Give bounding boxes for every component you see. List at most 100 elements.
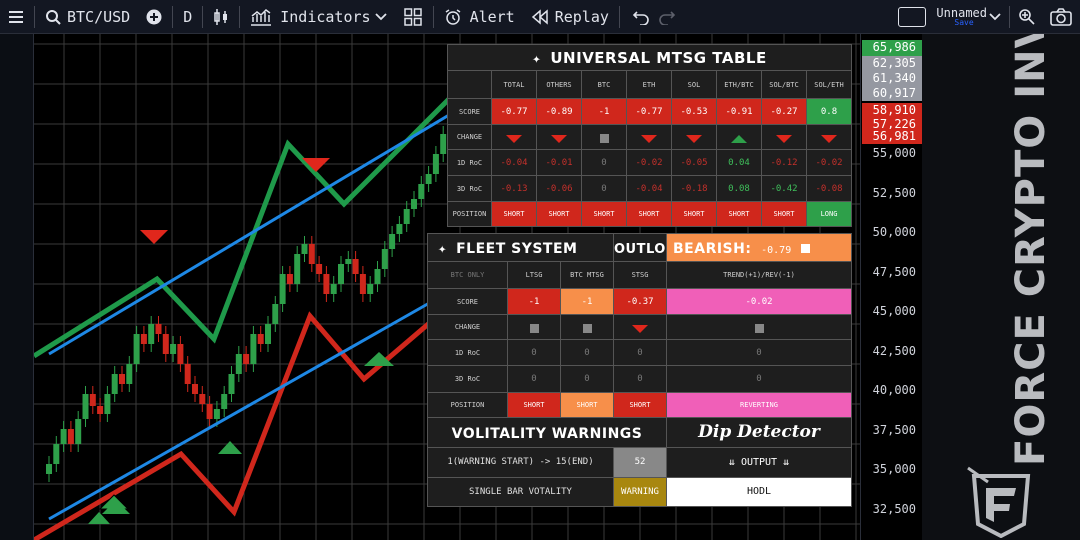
volatility-title: VOLITALITY WARNINGS: [451, 425, 643, 442]
corner-cell: BTC ONLY: [427, 261, 508, 290]
change-cell: [761, 124, 807, 150]
bearish-value: -0.79: [761, 245, 792, 257]
position-cell: REVERTING: [666, 391, 852, 418]
roc1-cell: 0: [507, 339, 561, 367]
camera-icon: [1050, 7, 1072, 26]
replay-button[interactable]: Replay: [523, 0, 617, 34]
symbol-search[interactable]: BTC/USD: [37, 0, 138, 34]
change-cell: [806, 124, 852, 150]
position-cell: SHORT: [671, 201, 717, 227]
volatility-row1-label: 1(WARNING START) -> 15(END): [427, 446, 614, 478]
bull-candle: [82, 394, 89, 419]
bull-candle: [170, 344, 177, 354]
alert-label: Alert: [469, 7, 515, 26]
interval-button[interactable]: D: [175, 0, 200, 34]
price-tag: 61,340: [862, 71, 922, 86]
divider: [432, 5, 434, 28]
roc3-cell: 0.08: [716, 175, 762, 202]
dip-output-value: HODL: [666, 476, 852, 508]
chevron-down-icon: [374, 12, 387, 21]
roc1-cell: -0.01: [536, 149, 582, 176]
layout-name-button[interactable]: Unnamed Save: [932, 0, 989, 34]
bull-candle: [294, 254, 301, 284]
square-icon: [599, 133, 609, 143]
change-cell: [613, 314, 667, 341]
menu-button[interactable]: [0, 0, 32, 34]
undo-button[interactable]: [622, 0, 654, 34]
chart-type-button[interactable]: [205, 0, 237, 34]
roc1-cell: 0: [613, 339, 667, 367]
price-tick-label: 35,000: [872, 462, 916, 476]
bull-candle: [389, 234, 396, 249]
roc1-cell: 0: [666, 339, 852, 367]
score-cell: -0.77: [491, 98, 537, 125]
bear-candle: [323, 274, 330, 294]
score-cell: -0.91: [716, 98, 762, 125]
bull-candle: [381, 249, 388, 269]
position-cell: LONG: [806, 201, 852, 227]
fleet-score-row: SCORE -1 -1 -0.37 -0.02: [427, 288, 852, 316]
roc3-cell: 0: [613, 365, 667, 393]
roc1-cell: -0.12: [761, 149, 807, 176]
bear-candle: [140, 334, 147, 344]
bear-candle: [286, 274, 293, 284]
price-tag: 65,986: [862, 40, 922, 56]
price-tick-label: 47,500: [872, 264, 916, 279]
roc3-cell: -0.42: [761, 175, 807, 202]
mtsg-title: UNIVERSAL MTSG TABLE: [550, 49, 767, 67]
score-cell: -0.27: [761, 98, 807, 125]
quick-search-button[interactable]: [1012, 0, 1042, 34]
snapshot-button[interactable]: [1042, 0, 1080, 34]
position-cell: SHORT: [507, 391, 561, 418]
layout-name: Unnamed: [936, 5, 987, 20]
dip-detector-title-cell: Dip Detector: [666, 416, 852, 448]
indicators-button[interactable]: Indicators: [242, 0, 394, 34]
triangle-down-icon: [641, 134, 657, 143]
square-outline-icon: [898, 6, 927, 27]
outlook-cell: OUTLOOK❯❯❯: [613, 232, 667, 263]
fleet-change-row: CHANGE: [427, 314, 852, 341]
redo-button[interactable]: [654, 0, 680, 34]
fleet-header-row: BTC ONLY LTSG BTC MTSG STSG TREND(+1)/REV(-1…: [427, 261, 852, 290]
column-header: OTHERS: [536, 70, 582, 99]
bear-candle: [177, 344, 184, 364]
bear-candle: [359, 274, 366, 294]
price-axis[interactable]: 55,000 52,500 50,000 47,500 45,000 42,500 40,0…: [860, 34, 922, 540]
bull-candle: [53, 444, 60, 464]
score-cell: -0.37: [613, 288, 667, 316]
mtsg-table-panel: ✦ UNIVERSAL MTSG TABLE TOTAL OTHERS BTC ETH…: [447, 44, 852, 227]
bull-candle: [221, 394, 228, 409]
change-cell: [626, 124, 672, 150]
save-label: Save: [954, 17, 974, 27]
bull-candle: [104, 394, 111, 414]
volatility-title-cell: VOLITALITY WARNINGS: [427, 416, 667, 448]
roc3-cell: -0.13: [491, 175, 537, 202]
top-toolbar: BTC/USD D Indicators Alert Replay Unname…: [0, 0, 1080, 34]
score-cell: -0.53: [671, 98, 717, 125]
bull-candle: [250, 334, 257, 364]
row-label: CHANGE: [447, 124, 492, 150]
dip-output-header: ⇊ OUTPUT ⇊: [666, 446, 852, 478]
grid-icon: [403, 7, 423, 27]
mtsg-score-row: SCORE -0.77 -0.89 -1 -0.77 -0.53 -0.91 -0.27 0.8: [447, 98, 852, 125]
volatility-row2-value: WARNING: [613, 476, 667, 508]
triangle-up-icon: [731, 134, 747, 143]
layout-menu-button[interactable]: [989, 0, 1007, 34]
templates-button[interactable]: [395, 0, 431, 34]
drawing-tools-strip: [0, 34, 34, 540]
change-cell: [666, 314, 852, 341]
bearish-label: BEARISH:: [673, 241, 752, 258]
position-cell: SHORT: [716, 201, 762, 227]
row-label: CHANGE: [427, 314, 508, 341]
roc1-cell: 0.04: [716, 149, 762, 176]
outlook-label: OUTLOOK: [614, 242, 666, 258]
upper-channel-line: [48, 110, 455, 356]
score-cell: -1: [581, 98, 627, 125]
volatility-row2-label: SINGLE BAR VOTALITY: [427, 476, 614, 508]
zoom-search-icon: [1018, 8, 1036, 26]
fullscreen-box[interactable]: [892, 0, 932, 34]
bull-candle: [265, 324, 271, 344]
alert-button[interactable]: Alert: [436, 0, 523, 34]
sparkle-icon: ✦: [438, 241, 447, 258]
compare-button[interactable]: [138, 0, 170, 34]
